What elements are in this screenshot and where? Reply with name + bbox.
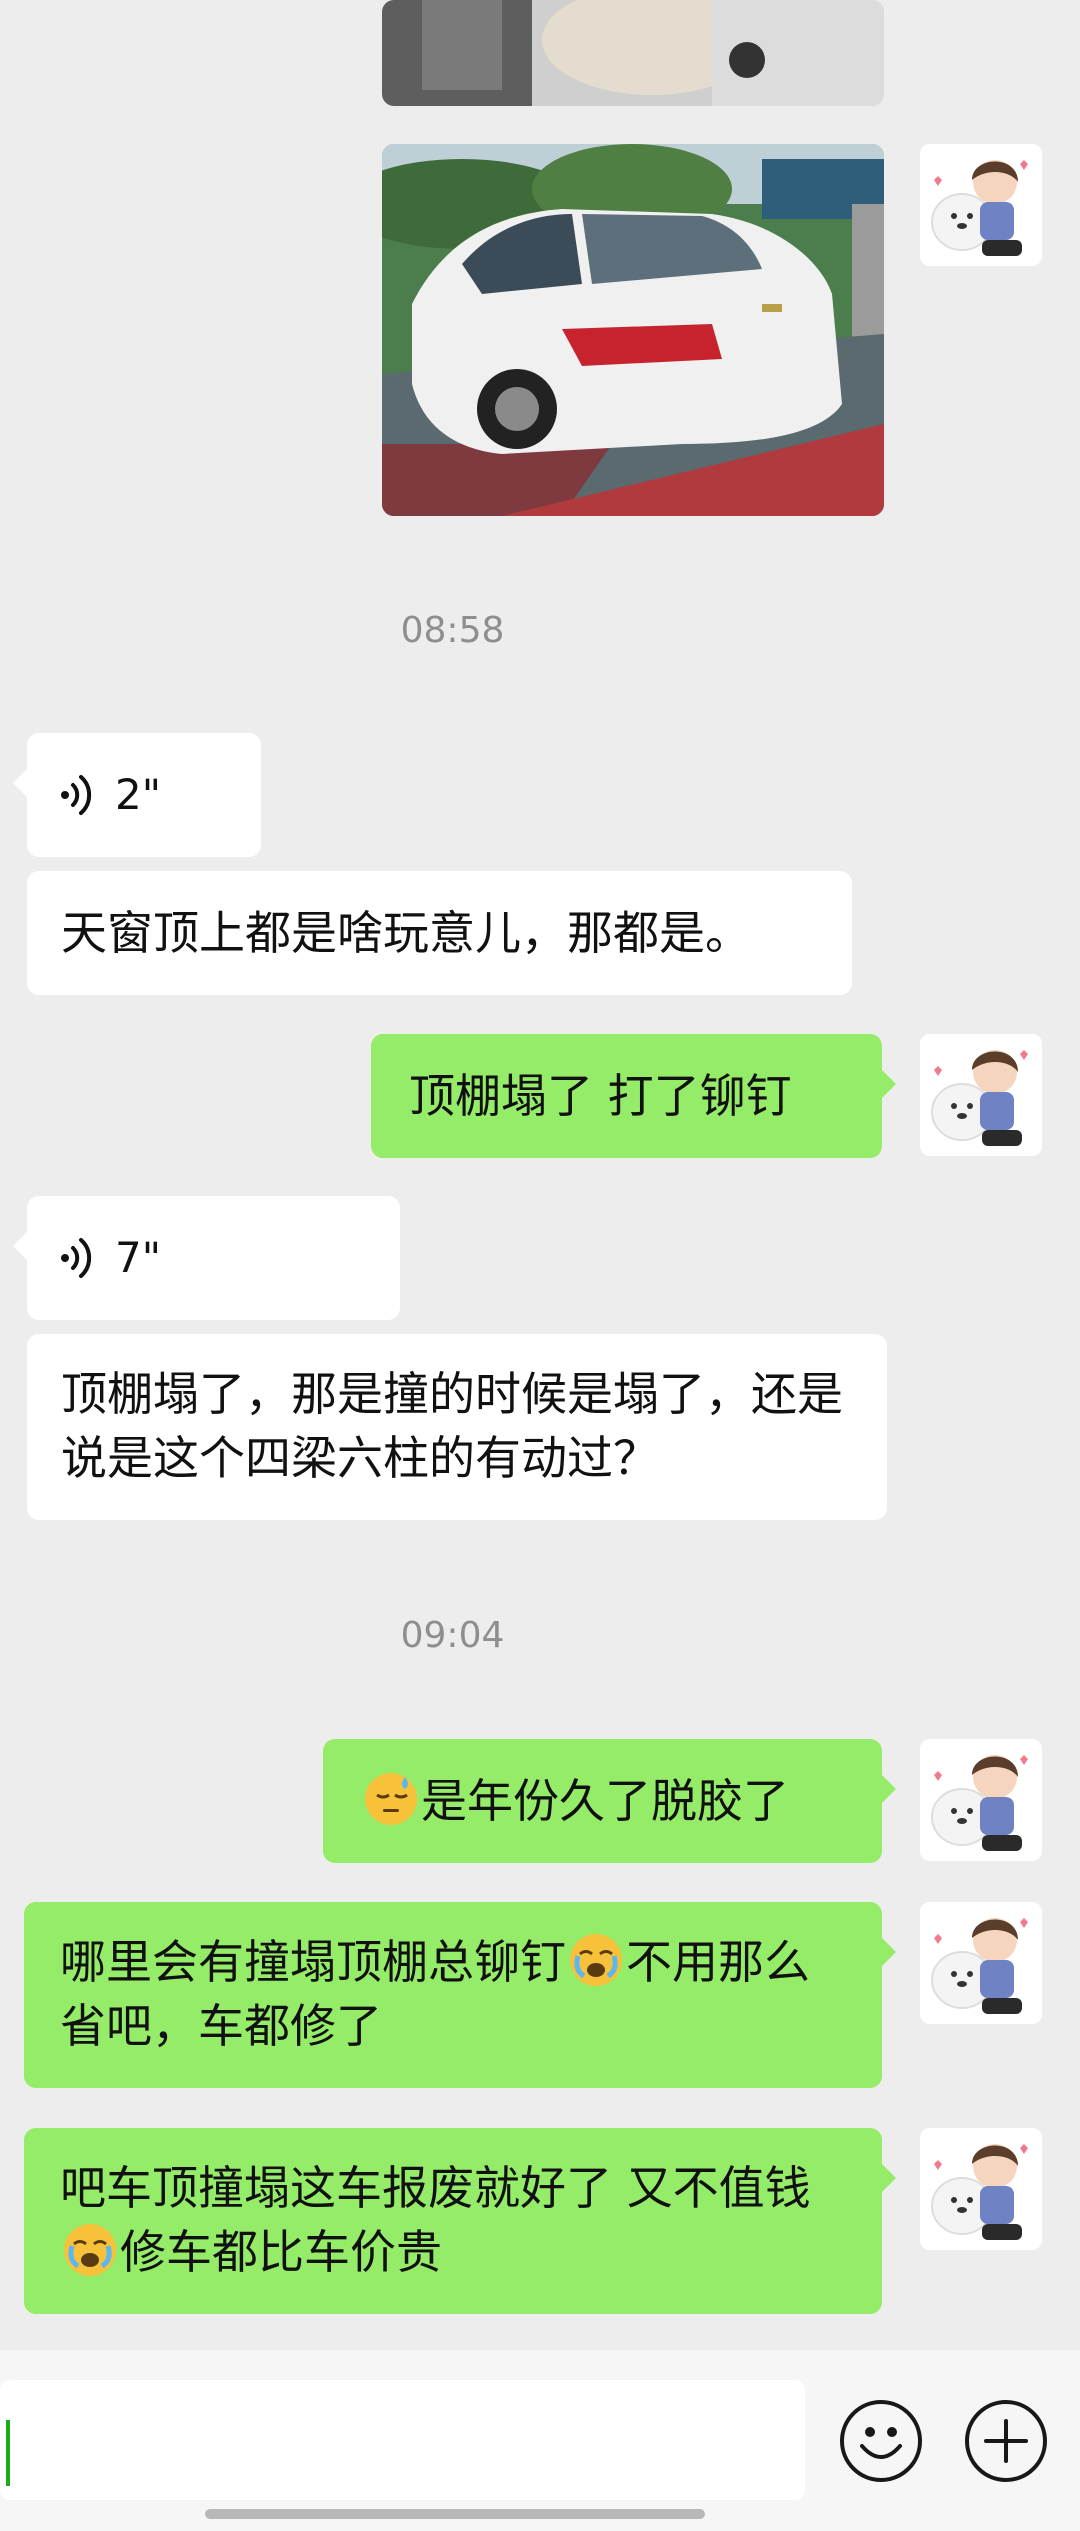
voice-duration: 2" xyxy=(115,770,162,819)
my-avatar[interactable] xyxy=(920,1739,1042,1861)
message-text: 吧车顶撞塌这车报废就好了 又不值钱 xyxy=(60,2161,811,2215)
sent-text-message[interactable]: 是年份久了脱胶了 xyxy=(323,1739,896,1863)
received-text-message[interactable]: 天窗顶上都是啥玩意儿，那都是。 xyxy=(27,871,852,995)
message-text: 是年份久了脱胶了 xyxy=(421,1774,789,1828)
crying-emoji-icon xyxy=(570,1934,622,1986)
sweat-emoji-icon xyxy=(365,1773,417,1825)
emoji-button-icon xyxy=(860,2427,902,2459)
received-text-message[interactable]: 顶棚塌了，那是撞的时候是塌了，还是说是这个四梁六柱的有动过？ xyxy=(27,1334,887,1520)
my-avatar[interactable] xyxy=(920,144,1042,266)
sent-text-message[interactable]: 吧车顶撞塌这车报废就好了 又不值钱 修车都比车价贵 xyxy=(24,2128,896,2314)
car-photo-message[interactable] xyxy=(382,144,884,516)
voice-message[interactable]: 7" xyxy=(13,1196,400,1320)
input-bar xyxy=(0,2350,1080,2531)
message-text: 天窗顶上都是啥玩意儿，那都是。 xyxy=(61,906,751,960)
text-cursor xyxy=(6,2420,10,2486)
my-avatar[interactable] xyxy=(920,2128,1042,2250)
timestamp: 09:04 xyxy=(400,1615,505,1656)
message-text: 修车都比车价贵 xyxy=(120,2225,442,2279)
voice-message-icon xyxy=(61,775,92,815)
timestamp: 08:58 xyxy=(400,610,505,651)
voice-message-icon xyxy=(61,1238,92,1278)
message-text: 哪里会有撞塌顶棚总铆钉 xyxy=(60,1935,566,1989)
emoji-button[interactable] xyxy=(840,2400,922,2482)
my-avatar[interactable] xyxy=(920,1034,1042,1156)
partial-photo-message[interactable] xyxy=(382,0,884,106)
voice-duration: 7" xyxy=(115,1233,162,1282)
crying-emoji-icon xyxy=(64,2224,116,2276)
plus-button[interactable] xyxy=(965,2400,1047,2482)
message-input[interactable] xyxy=(0,2380,805,2500)
message-text: 顶棚塌了，那是撞的时候是塌了，还是说是这个四梁六柱的有动过？ xyxy=(61,1367,843,1485)
message-text: 顶棚塌了 打了铆钉 xyxy=(409,1069,792,1123)
voice-message[interactable]: 2" xyxy=(13,733,261,857)
my-avatar[interactable] xyxy=(920,1902,1042,2024)
sent-text-message[interactable]: 哪里会有撞塌顶棚总铆钉 不用那么省吧，车都修了 xyxy=(24,1902,896,2088)
sent-text-message[interactable]: 顶棚塌了 打了铆钉 xyxy=(371,1034,896,1158)
plus-button-icon xyxy=(984,2419,1028,2463)
home-indicator[interactable] xyxy=(205,2509,705,2519)
